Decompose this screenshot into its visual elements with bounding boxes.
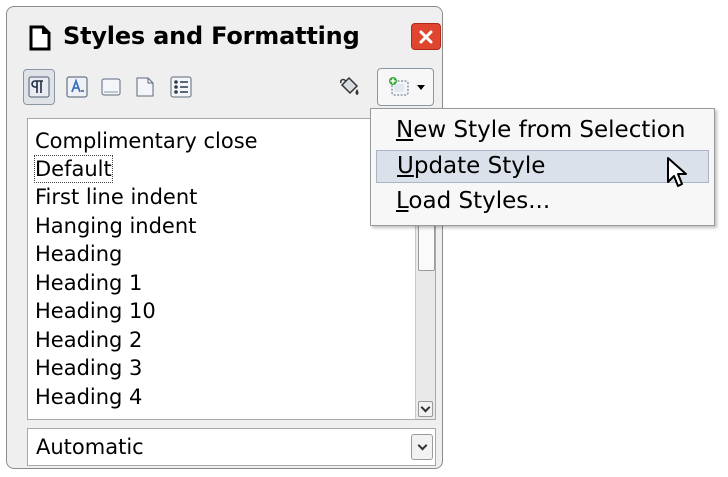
menu-item-new-style-from-selection[interactable]: New Style from Selection	[376, 114, 709, 147]
chevron-down-icon	[420, 402, 431, 413]
document-icon	[29, 25, 51, 51]
dropdown-button[interactable]	[411, 434, 433, 460]
style-category-toolbar	[7, 63, 444, 111]
list-item[interactable]: Heading 3	[34, 354, 143, 382]
close-icon	[419, 30, 433, 43]
filter-value: Automatic	[36, 435, 144, 459]
close-button[interactable]	[411, 23, 441, 50]
new-style-icon	[388, 77, 408, 96]
scrollbar-thumb[interactable]	[418, 221, 435, 271]
frame-styles-icon	[101, 78, 121, 96]
window-title: Styles and Formatting	[63, 22, 360, 50]
list-styles-icon	[170, 76, 192, 98]
list-item[interactable]: Hanging indent	[34, 212, 197, 240]
list-item[interactable]: First line indent	[34, 183, 198, 211]
list-styles-button[interactable]	[165, 69, 197, 105]
mouse-pointer-icon	[667, 157, 687, 187]
list-item[interactable]: Complimentary close	[34, 127, 259, 155]
character-styles-button[interactable]	[61, 69, 93, 105]
page-styles-button[interactable]	[129, 69, 161, 105]
chevron-down-icon	[416, 84, 425, 90]
new-style-popup-menu: New Style from Selection Update Style Lo…	[370, 108, 715, 226]
frame-styles-button[interactable]	[95, 69, 127, 105]
list-item[interactable]: Heading 2	[34, 326, 143, 354]
list-item[interactable]: Heading 4	[34, 383, 143, 411]
mnemonic-letter: L	[396, 188, 409, 214]
list-item-selected[interactable]: Default	[34, 155, 113, 183]
style-filter-dropdown[interactable]: Automatic	[27, 428, 436, 466]
menu-item-label: oad Styles...	[408, 188, 551, 214]
styles-and-formatting-window: Styles and Formatting Complimentary clos…	[6, 6, 443, 469]
menu-item-label: pdate Style	[413, 153, 546, 179]
paint-bucket-icon	[340, 76, 359, 95]
fill-format-mode-button[interactable]	[333, 69, 365, 105]
new-style-from-selection-button[interactable]	[377, 68, 434, 106]
paragraph-styles-button[interactable]	[23, 69, 55, 105]
list-item[interactable]: Heading	[34, 240, 123, 268]
menu-item-update-style[interactable]: Update Style	[376, 150, 709, 183]
character-styles-icon	[66, 76, 88, 98]
mnemonic-letter: N	[396, 117, 414, 143]
list-item[interactable]: Heading 1	[34, 269, 143, 297]
menu-item-load-styles[interactable]: Load Styles...	[376, 185, 709, 218]
menu-item-label: ew Style from Selection	[413, 117, 686, 143]
paragraph-styles-icon	[28, 76, 50, 98]
list-item[interactable]: Heading 10	[34, 297, 157, 325]
scroll-down-button[interactable]	[418, 401, 433, 417]
page-styles-icon	[136, 77, 154, 97]
chevron-down-icon	[417, 440, 427, 451]
mnemonic-letter: U	[397, 153, 414, 179]
